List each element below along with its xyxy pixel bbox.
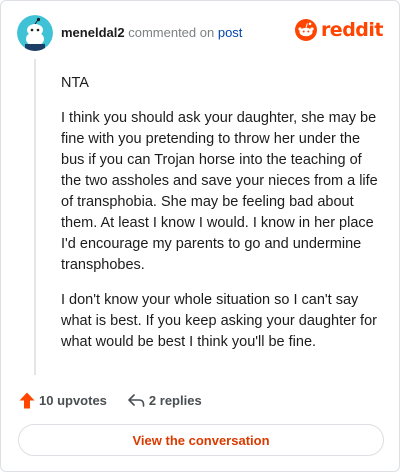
brand-wordmark: reddit bbox=[320, 19, 384, 41]
thread-line bbox=[34, 59, 36, 375]
upvote-arrow-icon bbox=[19, 392, 35, 408]
reddit-logo-icon bbox=[294, 19, 317, 41]
avatar[interactable] bbox=[17, 15, 53, 51]
comment-header: meneldal2 commented on post reddit bbox=[17, 15, 384, 51]
reddit-brand[interactable]: reddit bbox=[294, 19, 384, 41]
comment-body: NTA I think you should ask your daughter… bbox=[61, 73, 381, 367]
action-text: commented on bbox=[128, 25, 215, 40]
replies-count: 2 replies bbox=[148, 392, 202, 408]
upvotes-count: 10 upvotes bbox=[39, 392, 107, 408]
comment-card: meneldal2 commented on post reddit NTA I… bbox=[0, 0, 400, 472]
comment-paragraph: NTA bbox=[61, 75, 89, 91]
username-link[interactable]: meneldal2 bbox=[61, 25, 125, 40]
byline: meneldal2 commented on post bbox=[61, 25, 242, 41]
replies-stat[interactable]: 2 replies bbox=[127, 392, 202, 408]
view-conversation-button[interactable]: View the conversation bbox=[18, 424, 384, 456]
comment-paragraph: I don't know your whole situation so I c… bbox=[61, 292, 377, 350]
upvotes-stat[interactable]: 10 upvotes bbox=[19, 392, 107, 409]
reply-arrow-icon bbox=[128, 394, 145, 407]
comment-footer: 10 upvotes 2 replies bbox=[19, 389, 202, 411]
comment-paragraph: I think you should ask your daughter, sh… bbox=[61, 110, 378, 273]
post-link[interactable]: post bbox=[218, 25, 243, 40]
